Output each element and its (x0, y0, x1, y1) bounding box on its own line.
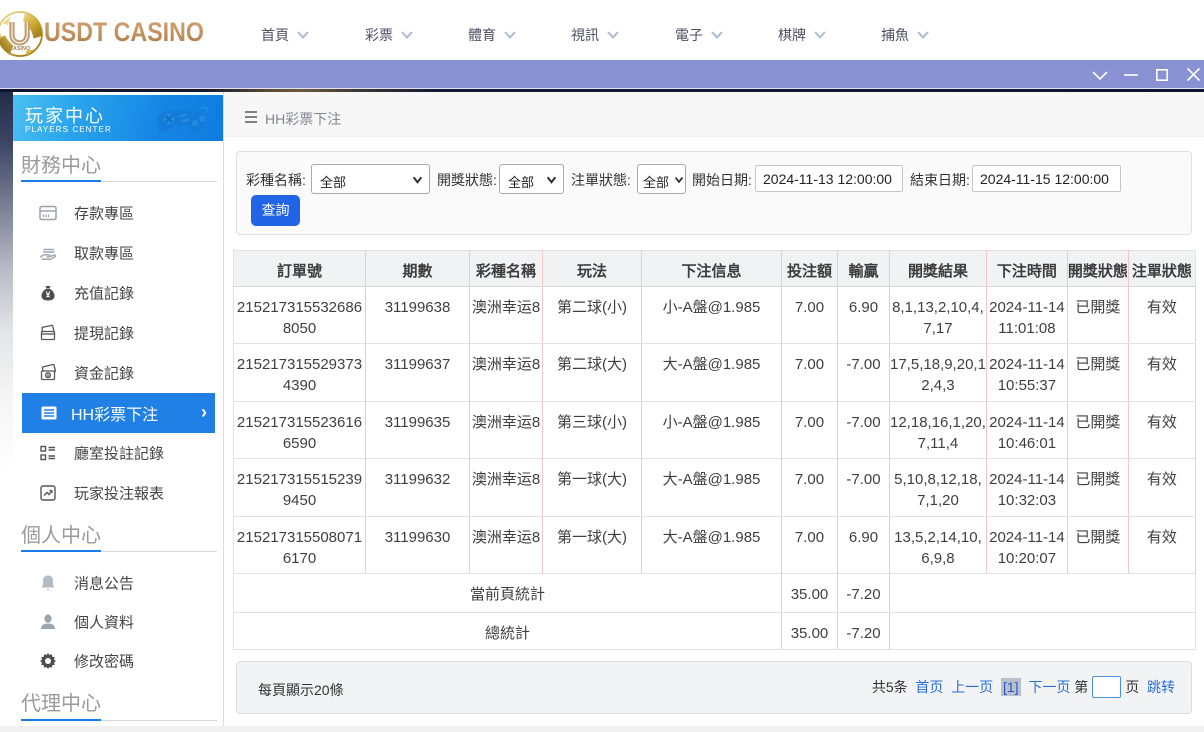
svg-text:CASINO: CASINO (9, 46, 31, 52)
svg-text:¥: ¥ (46, 290, 51, 300)
